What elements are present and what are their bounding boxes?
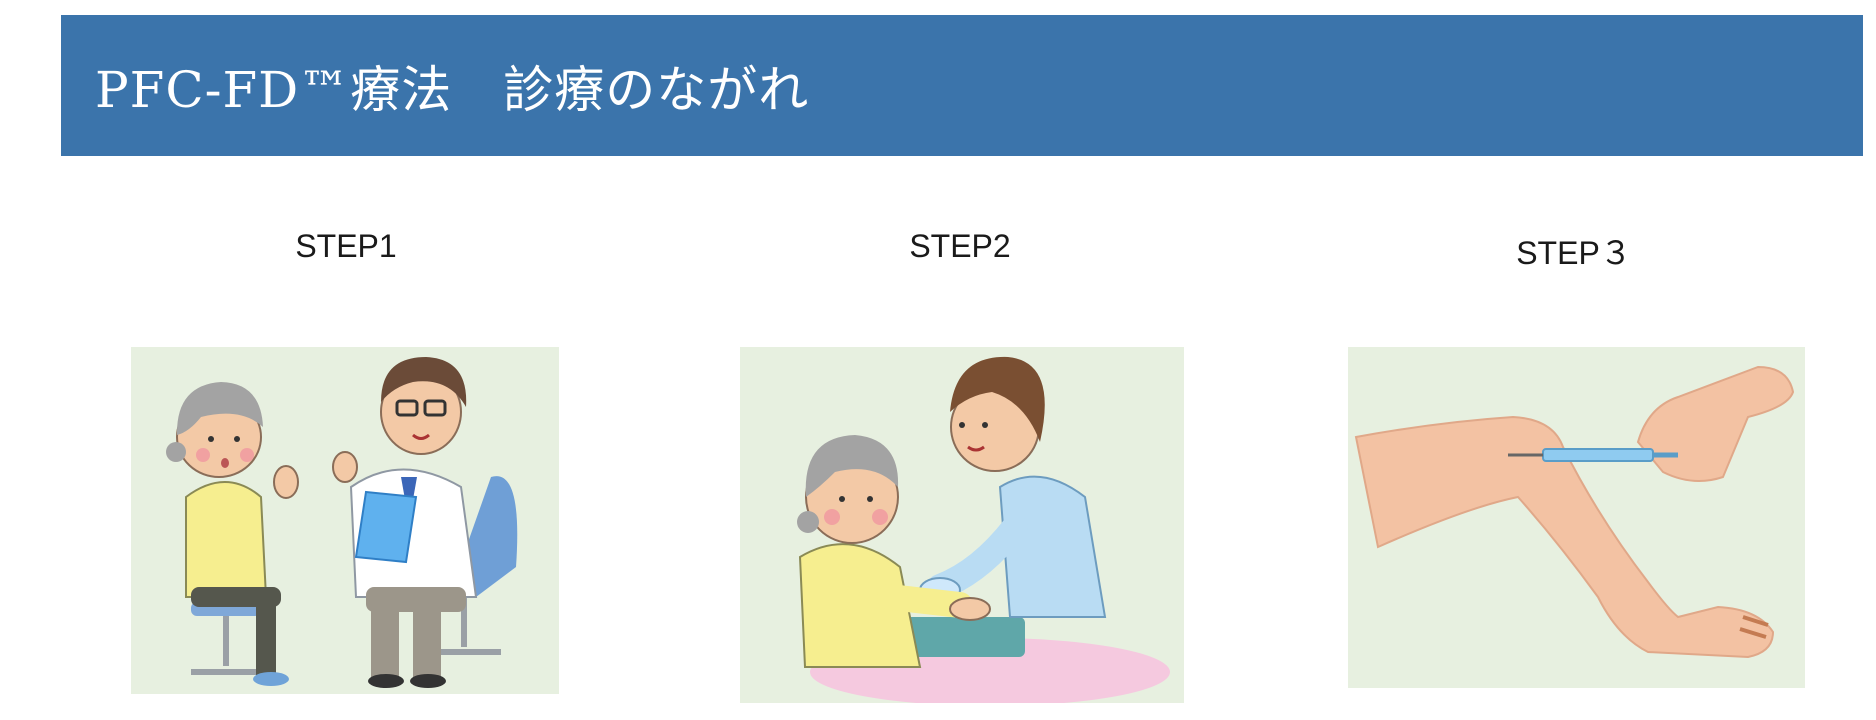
step2-label: STEP2 xyxy=(909,228,1011,264)
consultation-illustration xyxy=(131,347,559,694)
step1-label: STEP1 xyxy=(295,228,397,264)
page-header: PFC-FD™療法 診療のながれ xyxy=(61,15,1863,156)
blood-draw-illustration xyxy=(740,347,1184,703)
page-title: PFC-FD™療法 診療のながれ xyxy=(95,60,810,119)
step3-label: STEP３ xyxy=(1516,235,1632,271)
knee-injection-illustration xyxy=(1348,347,1805,688)
